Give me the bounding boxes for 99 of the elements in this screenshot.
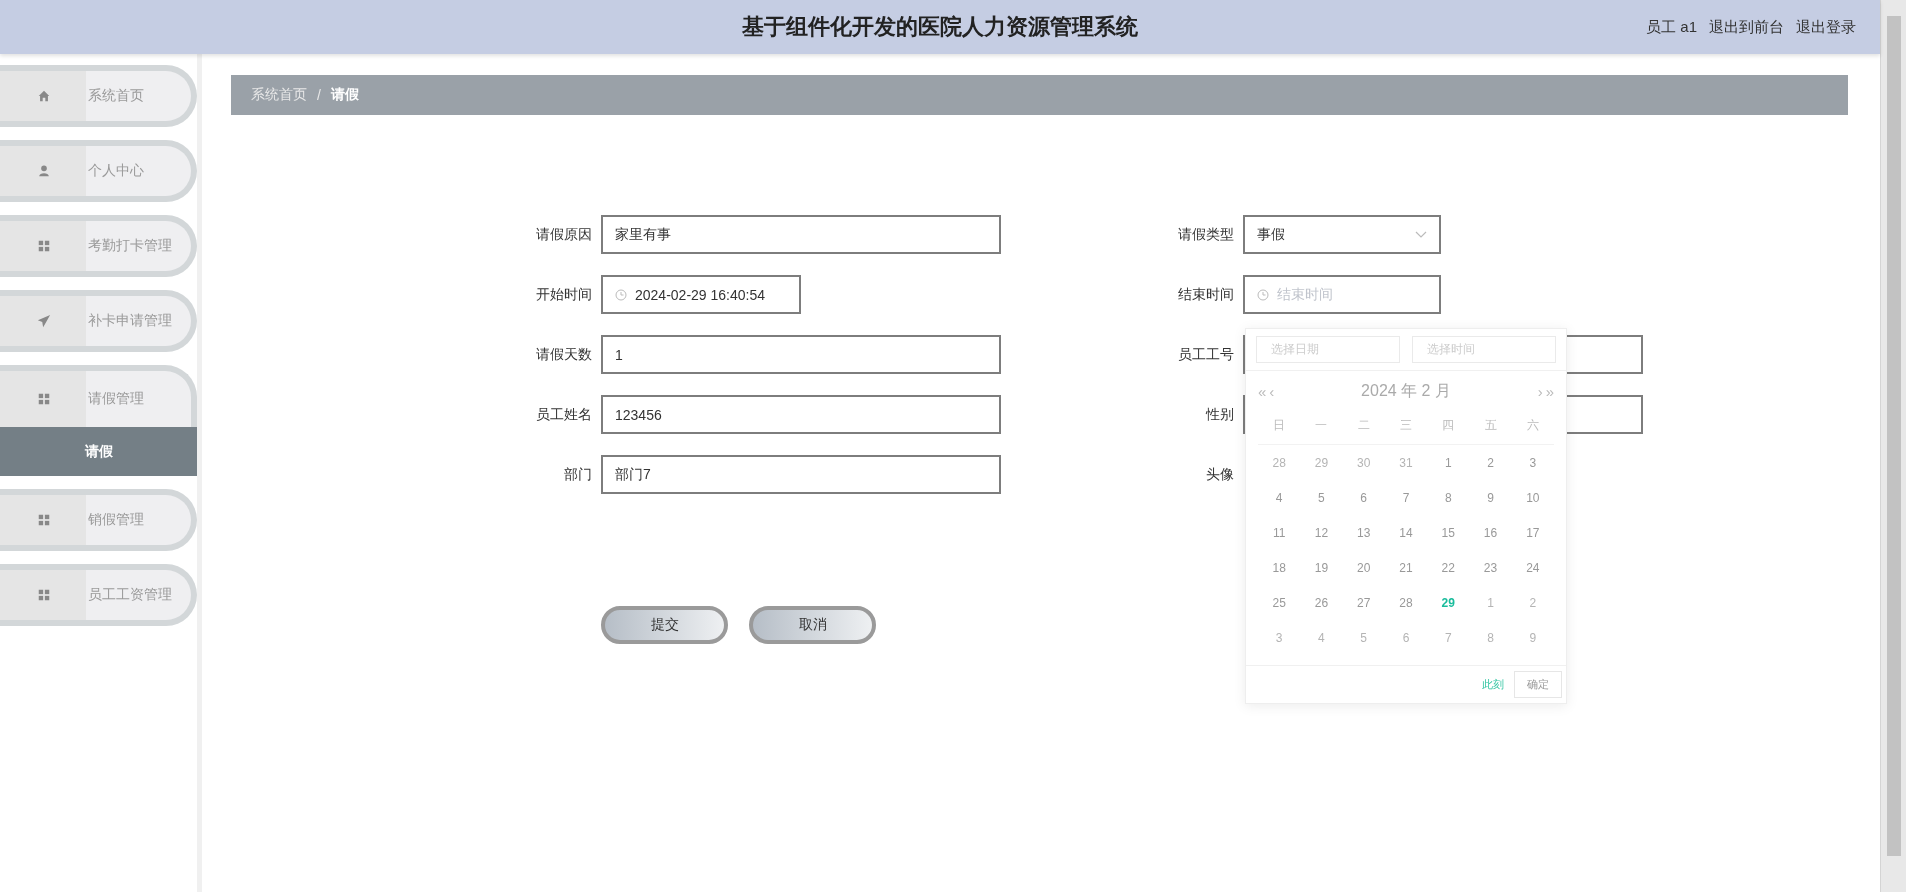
paper-plane-icon — [37, 314, 51, 328]
next-month-button[interactable]: › — [1537, 383, 1543, 400]
calendar-day[interactable]: 29 — [1441, 595, 1455, 610]
form-button[interactable]: 取消 — [749, 606, 876, 644]
sidebar-item[interactable]: 个人中心 — [0, 140, 197, 202]
prev-month-button[interactable]: ‹ — [1269, 383, 1275, 400]
chevron-down-icon — [1415, 230, 1427, 239]
calendar-day[interactable]: 29 — [1314, 455, 1329, 470]
calendar-day[interactable]: 5 — [1318, 490, 1325, 505]
breadcrumb-item[interactable]: 系统首页 — [251, 86, 307, 104]
clock-icon — [615, 288, 627, 301]
field-label: 头像 — [1205, 465, 1234, 484]
calendar-day[interactable]: 3 — [1529, 455, 1537, 470]
month-title: 2024 年 2 月 — [1361, 381, 1451, 401]
scrollbar[interactable] — [1880, 0, 1906, 892]
sidebar-item[interactable]: 请假管理 — [0, 365, 197, 427]
app-title: 基于组件化开发的医院人力资源管理系统 — [742, 13, 1138, 41]
calendar-day[interactable]: 12 — [1314, 525, 1329, 540]
field-label: 请假原因 — [535, 225, 592, 244]
sidebar-item[interactable]: 补卡申请管理 — [0, 290, 197, 352]
text-field[interactable]: 123456 — [601, 395, 1001, 434]
user-icon — [37, 164, 51, 178]
calendar-day[interactable]: 25 — [1272, 595, 1286, 610]
text-field[interactable]: 1 — [601, 335, 1001, 374]
calendar-day[interactable]: 8 — [1487, 630, 1494, 645]
datetime-field[interactable]: 2024-02-29 16:40:54 — [601, 275, 801, 314]
calendar-day[interactable]: 15 — [1441, 525, 1455, 540]
header-link[interactable]: 退出到前台 — [1709, 17, 1784, 37]
calendar-day[interactable]: 28 — [1272, 455, 1286, 470]
header-link[interactable]: 退出登录 — [1796, 17, 1856, 37]
calendar-day[interactable]: 28 — [1399, 595, 1413, 610]
breadcrumb-item: / — [317, 87, 321, 103]
field-label: 员工工号 — [1177, 345, 1234, 364]
calendar-day[interactable]: 20 — [1357, 560, 1371, 575]
calendar-day[interactable]: 1 — [1487, 595, 1494, 610]
calendar-day[interactable]: 9 — [1487, 490, 1494, 505]
calendar-day[interactable]: 1 — [1444, 455, 1452, 470]
calendar-day[interactable]: 27 — [1357, 595, 1371, 610]
calendar-day[interactable]: 14 — [1399, 525, 1413, 540]
calendar-day[interactable]: 30 — [1357, 455, 1371, 470]
field-label: 请假类型 — [1177, 225, 1234, 244]
grid-icon — [37, 239, 51, 253]
calendar-day[interactable]: 6 — [1360, 490, 1368, 505]
calendar-day[interactable]: 31 — [1399, 455, 1413, 470]
calendar-day[interactable]: 4 — [1318, 630, 1325, 645]
weekday-label: 日 — [1273, 417, 1286, 432]
calendar-day[interactable]: 8 — [1444, 490, 1452, 505]
field-label: 开始时间 — [535, 285, 592, 304]
grid-icon — [37, 588, 51, 602]
calendar-day[interactable]: 23 — [1483, 560, 1498, 575]
select-field[interactable]: 事假 — [1243, 215, 1441, 254]
sidebar-item[interactable]: 系统首页 — [0, 65, 197, 127]
sidebar-item[interactable]: 员工工资管理 — [0, 564, 197, 626]
calendar-day[interactable]: 5 — [1360, 630, 1368, 645]
user-name: 员工 a1 — [1646, 17, 1697, 37]
calendar-day[interactable]: 3 — [1275, 630, 1283, 645]
calendar-day[interactable]: 24 — [1526, 560, 1540, 575]
calendar-day[interactable]: 9 — [1529, 630, 1537, 645]
weekday-label: 三 — [1400, 417, 1412, 432]
calendar-day[interactable]: 6 — [1402, 630, 1410, 645]
text-field[interactable]: 部门7 — [601, 455, 1001, 494]
grid-icon — [37, 513, 51, 527]
calendar-day[interactable]: 18 — [1272, 560, 1286, 575]
calendar-day[interactable]: 2 — [1487, 455, 1494, 470]
calendar-day[interactable]: 4 — [1275, 490, 1283, 505]
field-label: 部门 — [563, 465, 592, 484]
calendar-day[interactable]: 7 — [1444, 630, 1452, 645]
calendar-day[interactable]: 11 — [1272, 525, 1286, 540]
calendar-day[interactable]: 17 — [1526, 525, 1540, 540]
calendar-day[interactable]: 22 — [1441, 560, 1455, 575]
clock-icon — [1257, 288, 1269, 301]
datetime-field[interactable]: 结束时间 — [1243, 275, 1441, 314]
calendar-day[interactable]: 26 — [1314, 595, 1329, 610]
prev-year-button[interactable]: « — [1258, 383, 1267, 400]
weekday-label: 四 — [1442, 417, 1455, 432]
weekday-label: 六 — [1526, 417, 1539, 432]
next-year-button[interactable]: » — [1545, 383, 1554, 400]
field-label: 员工姓名 — [535, 405, 592, 424]
weekday-label: 五 — [1484, 417, 1497, 432]
now-link[interactable]: 此刻 — [1482, 677, 1504, 692]
grid-icon — [37, 392, 51, 406]
field-label: 结束时间 — [1177, 285, 1234, 304]
calendar-day[interactable]: 10 — [1526, 490, 1540, 505]
field-label: 请假天数 — [535, 345, 592, 364]
home-icon — [37, 89, 51, 103]
calendar-day[interactable]: 19 — [1314, 560, 1329, 575]
calendar-day[interactable]: 21 — [1399, 560, 1413, 575]
calendar-day[interactable]: 7 — [1402, 490, 1410, 505]
confirm-button[interactable]: 确定 — [1514, 671, 1562, 698]
calendar-day[interactable]: 2 — [1529, 595, 1537, 610]
field-label: 性别 — [1204, 405, 1234, 424]
sidebar-item[interactable]: 考勤打卡管理 — [0, 215, 197, 277]
calendar-day[interactable]: 16 — [1483, 525, 1498, 540]
breadcrumb-current: 请假 — [330, 86, 359, 104]
sidebar-item[interactable]: 销假管理 — [0, 489, 197, 551]
sidebar-subitem[interactable]: 请假 — [0, 427, 197, 476]
form-button[interactable]: 提交 — [601, 606, 728, 644]
calendar-day[interactable]: 13 — [1357, 525, 1371, 540]
text-field[interactable]: 家里有事 — [601, 215, 1001, 254]
